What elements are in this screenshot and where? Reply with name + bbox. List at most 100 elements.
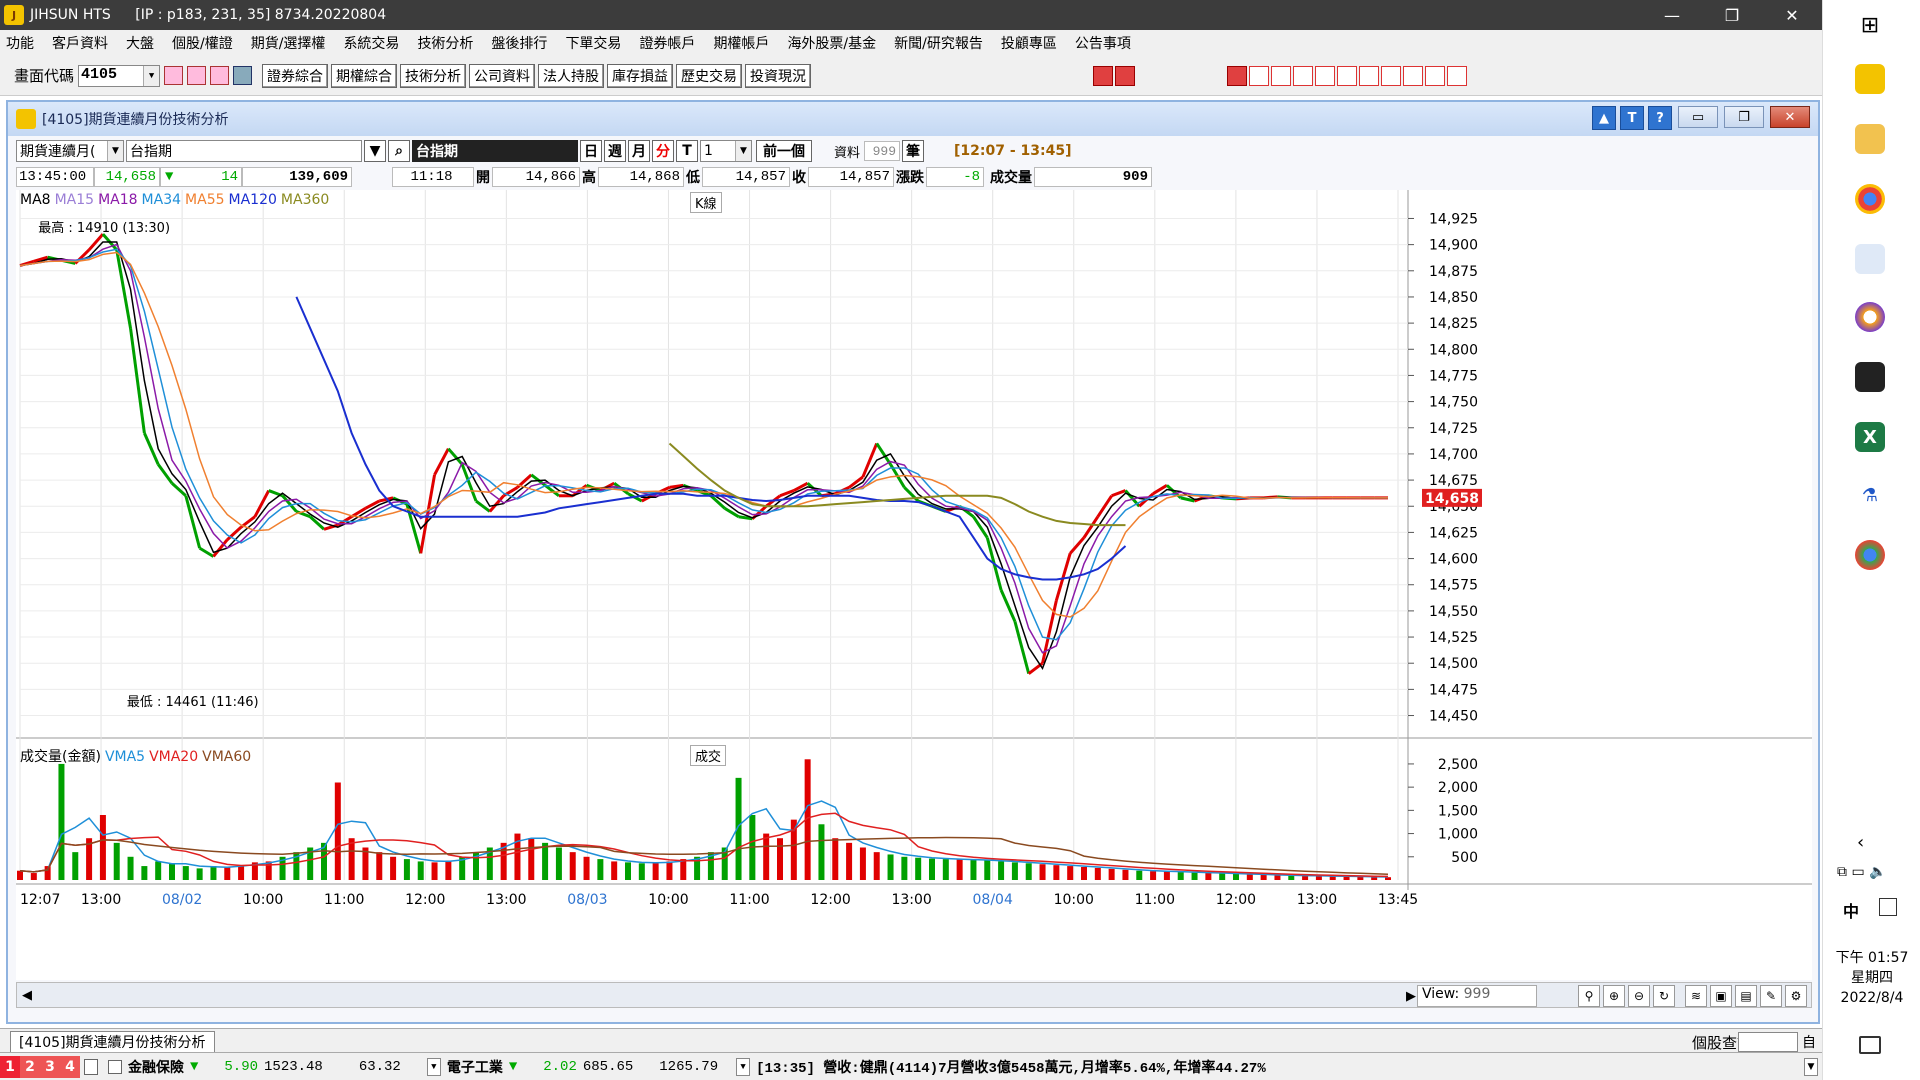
trade-history-button[interactable]: 歷史交易 bbox=[676, 63, 743, 88]
page-tab-3[interactable]: 3 bbox=[40, 1055, 60, 1078]
menu-item[interactable]: 期貨/選擇權 bbox=[251, 33, 326, 53]
paint-icon[interactable] bbox=[1855, 244, 1885, 274]
period-month-button[interactable]: 月 bbox=[628, 140, 650, 162]
menu-item[interactable]: 證券帳戶 bbox=[639, 33, 695, 53]
tool-icon[interactable] bbox=[1403, 65, 1424, 86]
chrome-icon[interactable] bbox=[1855, 184, 1885, 214]
chart-area[interactable]: 12:07 13:00 08/02 10:00 11:00 12:00 13:00 08/03… bbox=[16, 190, 1812, 980]
symbol-input[interactable]: 台指期 bbox=[126, 140, 362, 162]
gear-icon[interactable]: ⚙ bbox=[1785, 985, 1807, 1007]
menu-item[interactable]: 投顧專區 bbox=[1001, 33, 1057, 53]
flask-icon[interactable]: ⚗ bbox=[1855, 480, 1885, 510]
checkbox[interactable] bbox=[108, 1059, 122, 1074]
indicator-icon[interactable]: ≋ bbox=[1685, 985, 1707, 1007]
refresh-icon[interactable]: ↻ bbox=[1653, 985, 1675, 1007]
data-unit-button[interactable]: 筆 bbox=[902, 140, 925, 162]
chevron-down-icon[interactable]: ▼ bbox=[426, 1057, 441, 1076]
windows-start-icon[interactable]: ⊞ bbox=[1855, 10, 1885, 40]
chart-scrollbar[interactable]: ◀ ▶ View: 999 ⚲ ⊕ ⊖ ↻ ≋ ▣ ▤ ✎ ⚙ bbox=[16, 982, 1812, 1008]
clock[interactable]: 下午 01:57 星期四 2022/8/4 bbox=[1823, 948, 1920, 1008]
restore-button[interactable]: ❐ bbox=[1702, 0, 1762, 30]
institutional-holdings-button[interactable]: 法人持股 bbox=[538, 63, 605, 88]
page-tab-4[interactable]: 4 bbox=[60, 1055, 80, 1078]
menu-item[interactable]: 大盤 bbox=[126, 33, 154, 53]
print-icon[interactable] bbox=[1425, 65, 1446, 86]
menu-item[interactable]: 個股/權證 bbox=[172, 33, 233, 53]
notification-icon[interactable] bbox=[1859, 1036, 1881, 1054]
page-tab-1[interactable]: 1 bbox=[0, 1055, 20, 1078]
investment-status-button[interactable]: 投資現況 bbox=[745, 63, 812, 88]
dropdown-arrow-icon[interactable]: ▼ bbox=[364, 140, 386, 162]
chevron-down-icon[interactable]: ▼ bbox=[107, 141, 123, 161]
zoom-out-icon[interactable]: ⊖ bbox=[1628, 985, 1650, 1007]
chevron-down-icon[interactable]: ▼ bbox=[736, 1057, 751, 1076]
menu-item[interactable]: 盤後排行 bbox=[491, 33, 547, 53]
menu-item[interactable]: 技術分析 bbox=[417, 33, 473, 53]
mdi-minimize-button[interactable]: ▭ bbox=[1678, 106, 1718, 128]
tool-icon[interactable] bbox=[1337, 65, 1358, 86]
chevron-down-icon[interactable]: ▼ bbox=[1804, 1057, 1818, 1076]
forward-arrow-icon[interactable] bbox=[1115, 65, 1136, 86]
window-icon[interactable]: ▣ bbox=[1710, 985, 1732, 1007]
search-icon[interactable]: ⌕ bbox=[388, 140, 410, 162]
technical-analysis-button[interactable]: 技術分析 bbox=[400, 63, 467, 88]
tool-icon[interactable] bbox=[1293, 65, 1314, 86]
data-count-input[interactable]: 999 bbox=[864, 141, 901, 161]
options-summary-button[interactable]: 期權綜合 bbox=[331, 63, 398, 88]
chevron-down-icon[interactable]: ▼ bbox=[735, 141, 751, 161]
chevron-left-icon[interactable]: ‹ bbox=[1857, 832, 1864, 853]
product-select[interactable]: 期貨連續月( ▼ bbox=[16, 140, 124, 162]
pencil-icon[interactable]: ✎ bbox=[1760, 985, 1782, 1007]
menu-item[interactable]: 公告事項 bbox=[1075, 33, 1131, 53]
close-button[interactable]: ✕ bbox=[1762, 0, 1822, 30]
menu-item[interactable]: 海外股票/基金 bbox=[787, 33, 876, 53]
page-tab-2[interactable]: 2 bbox=[20, 1055, 40, 1078]
view-box[interactable]: View: 999 bbox=[1417, 985, 1537, 1007]
period-tick-button[interactable]: T bbox=[676, 140, 698, 162]
ime-indicator[interactable]: 中 bbox=[1843, 898, 1859, 922]
menu-item[interactable]: 客戶資料 bbox=[52, 33, 108, 53]
pen-icon[interactable] bbox=[1249, 65, 1270, 86]
scroll-left-icon[interactable]: ◀ bbox=[17, 984, 37, 1006]
sticky-notes-icon[interactable] bbox=[1855, 362, 1885, 392]
company-info-button[interactable]: 公司資料 bbox=[469, 63, 536, 88]
text-icon[interactable]: T bbox=[1620, 106, 1644, 130]
tool-icon[interactable] bbox=[1359, 65, 1380, 86]
chevron-down-icon[interactable]: ▼ bbox=[143, 65, 160, 86]
tool-icon[interactable] bbox=[1227, 65, 1248, 86]
interval-select[interactable]: 1 ▼ bbox=[700, 140, 752, 162]
period-week-button[interactable]: 週 bbox=[604, 140, 626, 162]
excel-icon[interactable]: X bbox=[1855, 422, 1885, 452]
scroll-right-icon[interactable]: ▶ bbox=[1405, 985, 1417, 1007]
back-arrow-icon[interactable] bbox=[1093, 65, 1114, 86]
securities-summary-button[interactable]: 證券綜合 bbox=[262, 63, 329, 88]
up-arrow-icon[interactable]: ▲ bbox=[1592, 106, 1616, 130]
chrome-icon[interactable] bbox=[1855, 540, 1885, 570]
tray-icons[interactable]: ⧉ ▭ 🔈 bbox=[1837, 864, 1887, 880]
zoom-icon[interactable]: ⚲ bbox=[1578, 985, 1600, 1007]
menu-item[interactable]: 下單交易 bbox=[565, 33, 621, 53]
folder-icon[interactable] bbox=[187, 66, 207, 85]
search-icon[interactable] bbox=[164, 66, 184, 85]
price-volume-chart[interactable]: 12:07 13:00 08/02 10:00 11:00 12:00 13:00 08/03… bbox=[16, 190, 1812, 980]
tool-icon[interactable] bbox=[1315, 65, 1336, 86]
calendar-icon[interactable]: ▤ bbox=[1735, 985, 1757, 1007]
zoom-in-icon[interactable]: ⊕ bbox=[1603, 985, 1625, 1007]
tool-icon[interactable] bbox=[1381, 65, 1402, 86]
period-day-button[interactable]: 日 bbox=[580, 140, 602, 162]
news-ticker[interactable]: [13:35] 營收:健鼎(4114)7月營收3億5458萬元,月增率5.64%… bbox=[756, 1057, 1266, 1077]
tool-icon[interactable] bbox=[1447, 65, 1468, 86]
period-minute-button[interactable]: 分 bbox=[652, 140, 674, 162]
browser-icon[interactable] bbox=[1855, 302, 1885, 332]
screen-code-input[interactable]: 4105 ▼ bbox=[78, 64, 161, 87]
menu-item[interactable]: 新聞/研究報告 bbox=[894, 33, 983, 53]
inventory-pnl-button[interactable]: 庫存損益 bbox=[607, 63, 674, 88]
minimize-button[interactable]: — bbox=[1642, 0, 1702, 30]
menu-item[interactable]: 系統交易 bbox=[343, 33, 399, 53]
mdi-close-button[interactable]: ✕ bbox=[1770, 106, 1810, 128]
lock-icon[interactable] bbox=[84, 1058, 98, 1075]
menu-item[interactable]: 期權帳戶 bbox=[713, 33, 769, 53]
menu-item[interactable]: 功能 bbox=[6, 33, 34, 53]
file-explorer-icon[interactable] bbox=[1855, 124, 1885, 154]
ime-mode-icon[interactable] bbox=[1879, 898, 1897, 916]
